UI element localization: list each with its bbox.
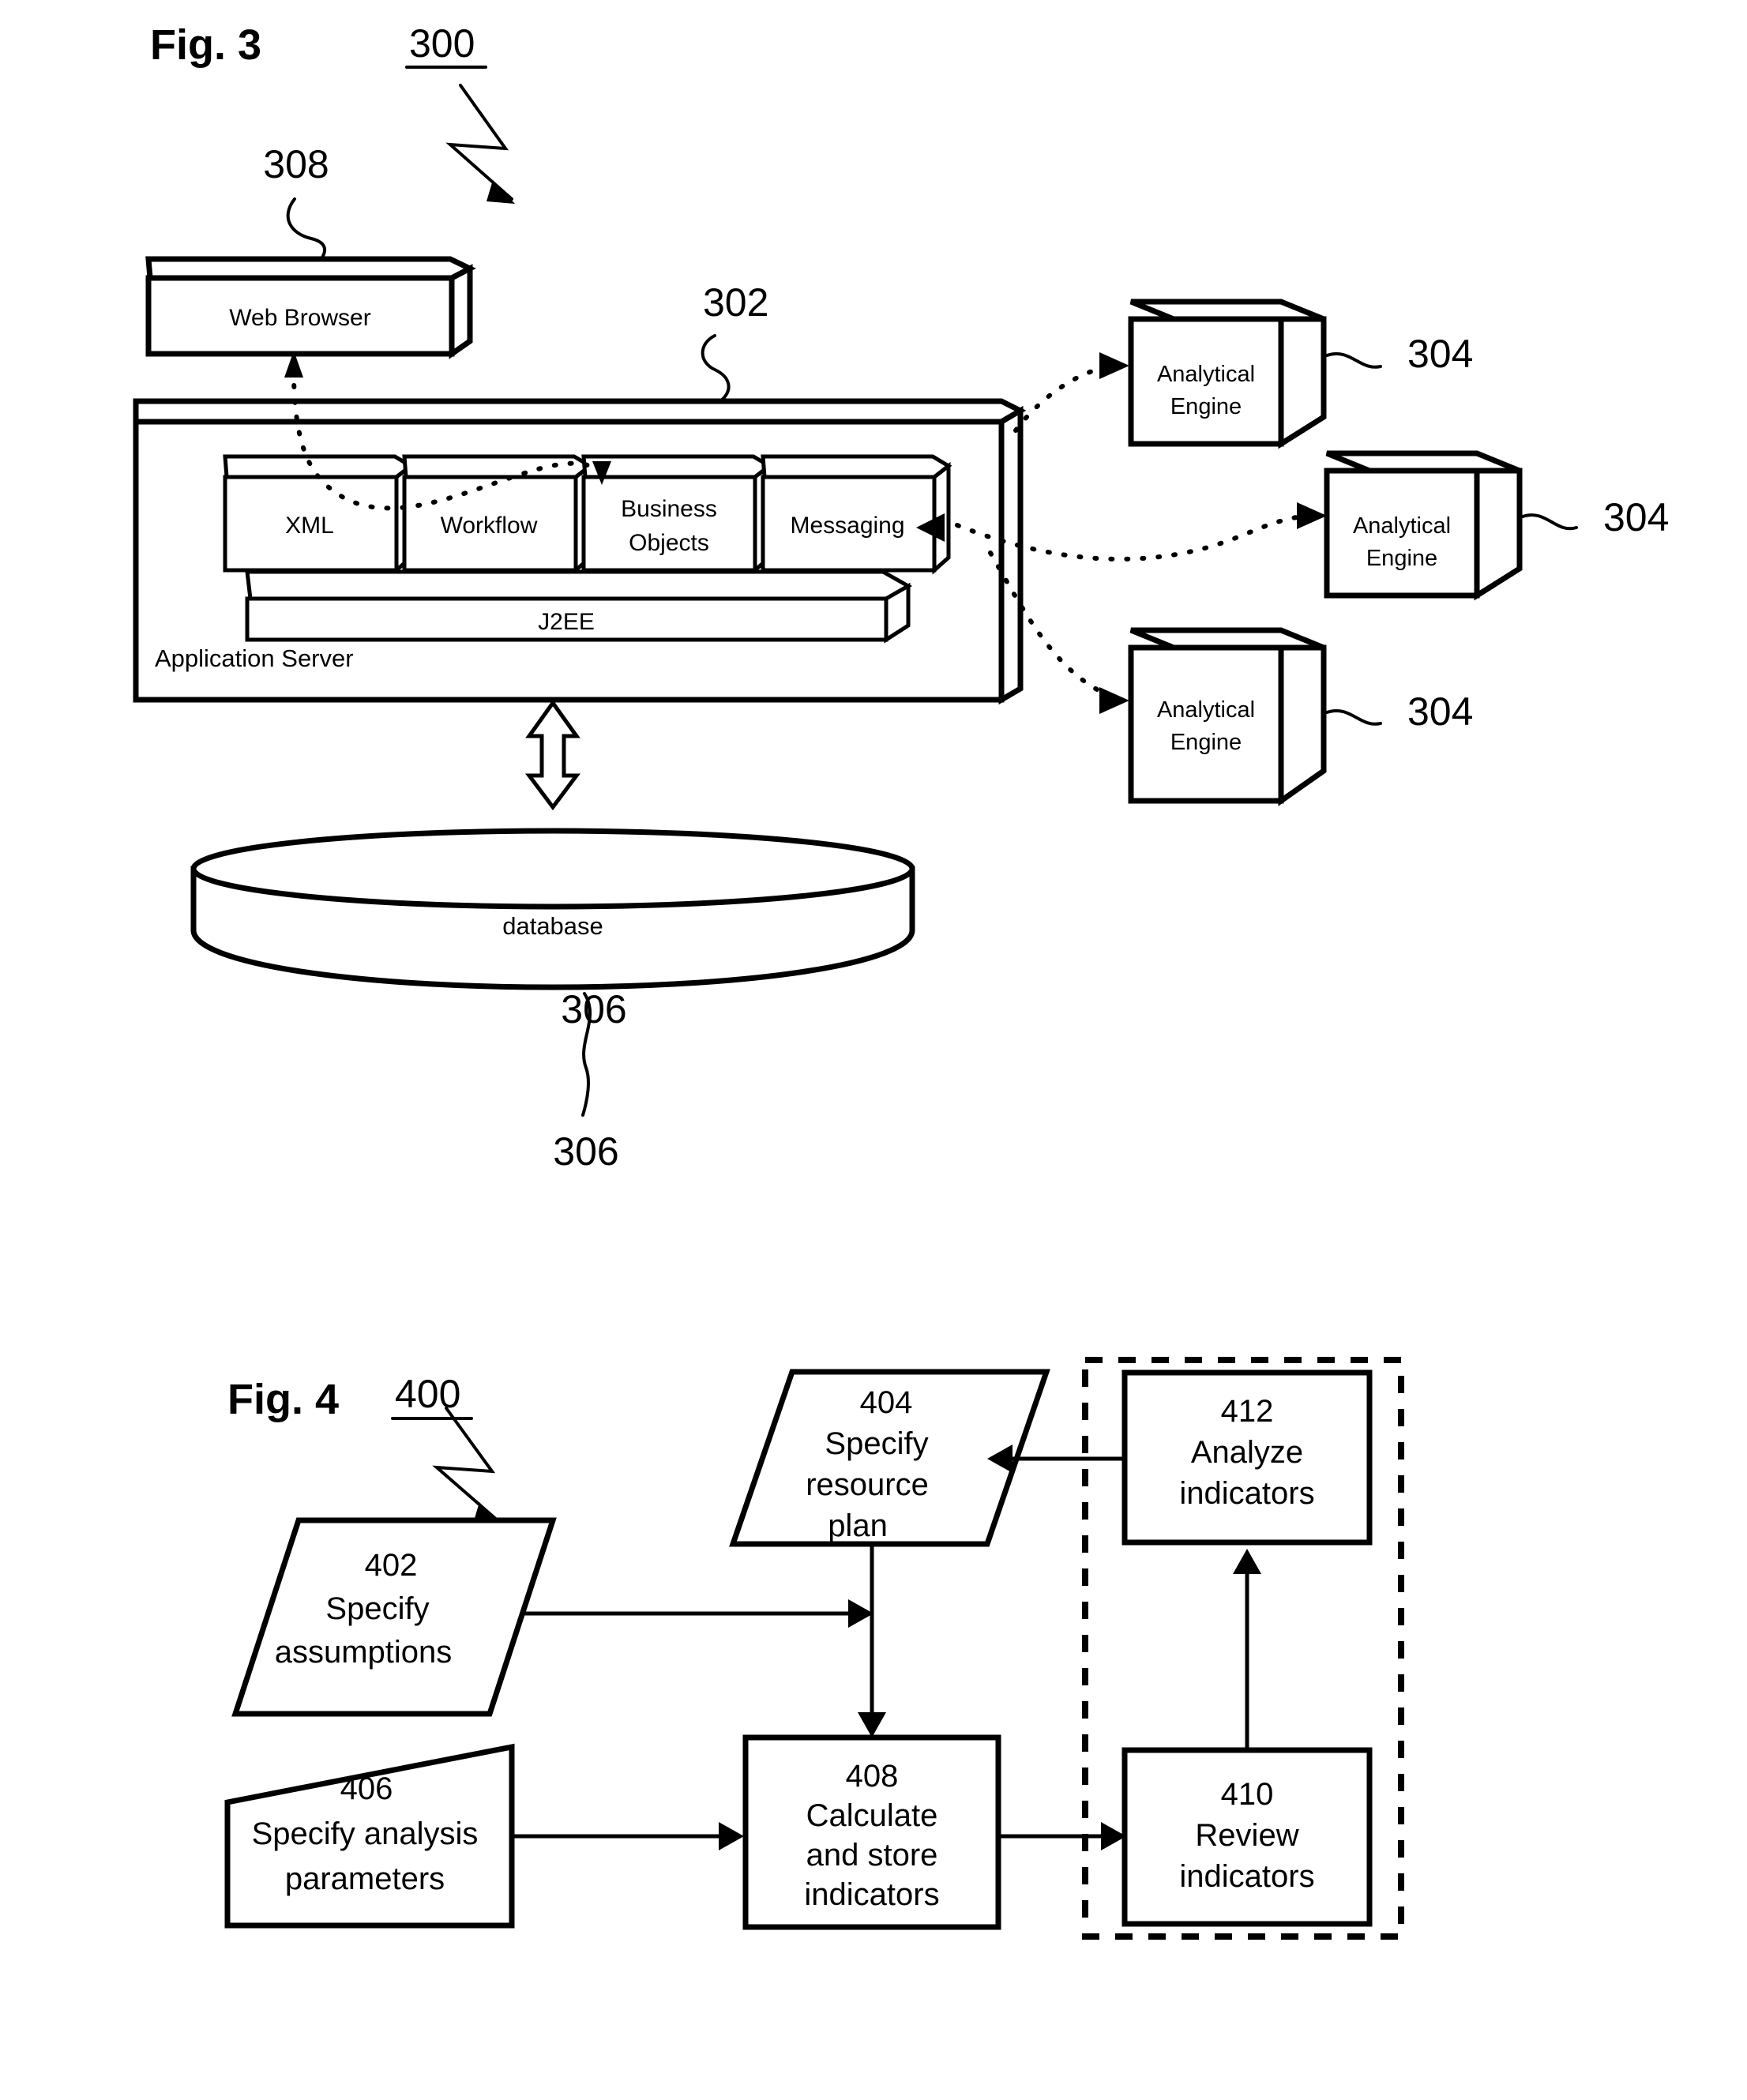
- step-404-line2: resource: [806, 1467, 929, 1502]
- module-business-objects-top: [581, 454, 773, 479]
- analytical-engine-1-label-line2: Engine: [1170, 394, 1242, 419]
- connector-410-to-412-arrowhead: [1233, 1549, 1261, 1574]
- analytical-engine-2-label-line2: Engine: [1366, 546, 1437, 571]
- messaging-to-engine-2-arrowhead: [1297, 502, 1327, 529]
- ref-308: 308: [263, 142, 329, 186]
- ref-306: 306: [561, 987, 626, 1031]
- figure-3-lightning-leader: [445, 84, 513, 201]
- messaging-to-engine-3-arrowhead: [1099, 687, 1129, 714]
- step-406-line2: parameters: [285, 1861, 445, 1896]
- analytical-engine-2: Analytical Engine: [1324, 450, 1523, 601]
- figures-canvas: Fig. 3 300 Web Browser 308 Application S…: [133, 21, 1669, 1940]
- app-server-database-bidirectional-arrow: [525, 699, 580, 811]
- step-406-ref: 406: [340, 1771, 393, 1806]
- web-browser-node: Web Browser: [145, 256, 476, 359]
- step-404-line1: Specify: [825, 1426, 928, 1461]
- connector-402-arrowhead: [848, 1599, 874, 1628]
- analytical-engine-2-label-line1: Analytical: [1353, 513, 1451, 539]
- step-402-node: 402 Specify assumptions: [231, 1517, 557, 1717]
- ref-304-bottom-leader: [1325, 709, 1382, 726]
- step-408-ref: 408: [846, 1759, 899, 1794]
- figure-4-group: Fig. 4 400 404 Specify resource plan 402…: [224, 1357, 1404, 1940]
- app-server-top-face: [133, 398, 1027, 425]
- module-business-objects-label-line1: Business: [621, 496, 717, 522]
- step-410-line1: Review: [1195, 1818, 1298, 1853]
- connector-406-arrowhead: [719, 1822, 744, 1850]
- step-408-node: 408 Calculate and store indicators: [742, 1734, 1001, 1930]
- analytical-engine-3-side: [1278, 644, 1327, 806]
- platform-j2ee: J2EE: [245, 569, 913, 644]
- analytical-engine-1-side: [1278, 316, 1327, 449]
- step-402-line2: assumptions: [275, 1635, 453, 1670]
- j2ee-top-face: [245, 569, 913, 601]
- step-412-line1: Analyze: [1191, 1435, 1303, 1470]
- web-browser-label: Web Browser: [229, 305, 371, 331]
- step-404-line3: plan: [828, 1508, 888, 1543]
- module-messaging-top: [761, 454, 952, 479]
- step-412-line2: indicators: [1179, 1476, 1314, 1511]
- step-412-node: 412 Analyze indicators: [1121, 1369, 1373, 1546]
- ref-304-bottom: 304: [1407, 689, 1473, 734]
- j2ee-label: J2EE: [538, 609, 595, 635]
- module-workflow: Workflow: [402, 454, 594, 575]
- module-workflow-label: Workflow: [441, 513, 538, 539]
- module-business-objects: Business Objects: [581, 454, 773, 575]
- ref-302-leader: [701, 334, 731, 403]
- module-business-objects-front: [581, 475, 757, 573]
- analytical-engine-3-label-line1: Analytical: [1157, 697, 1255, 723]
- step-410-node: 410 Review indicators: [1121, 1747, 1373, 1927]
- module-xml-label: XML: [285, 513, 334, 539]
- analytical-engine-2-side: [1474, 468, 1523, 601]
- connector-404-arrowhead: [858, 1712, 886, 1737]
- step-402-ref: 402: [365, 1548, 418, 1583]
- bidirectional-arrow-shape: [525, 699, 580, 811]
- step-410-line2: indicators: [1179, 1859, 1314, 1894]
- figure-3-lightning-arrowhead: [487, 180, 515, 204]
- figure-4-lightning-leader: [432, 1407, 500, 1523]
- ref-302: 302: [703, 280, 768, 325]
- module-workflow-top: [402, 454, 594, 479]
- figure-4-title: Fig. 4: [227, 1376, 339, 1423]
- database-node: database: [190, 828, 915, 990]
- application-server-label: Application Server: [155, 644, 354, 672]
- ref-306-number: 306: [553, 1129, 618, 1174]
- app-server-side-face: [998, 405, 1024, 705]
- messaging-to-engine-1-arrowhead: [1099, 352, 1129, 379]
- ref-304-top: 304: [1407, 332, 1473, 376]
- figure-4-ref-number: 400: [395, 1372, 460, 1416]
- database-cylinder-top: [190, 828, 915, 910]
- figure-3-group: Fig. 3 300 Web Browser 308 Application S…: [133, 21, 1669, 1174]
- step-404-ref: 404: [860, 1385, 913, 1420]
- step-406-line1: Specify analysis: [252, 1816, 479, 1851]
- database-label: database: [502, 912, 603, 940]
- figure-3-title: Fig. 3: [150, 21, 261, 69]
- analytical-engine-1: Analytical Engine: [1128, 299, 1327, 449]
- web-browser-side-face: [449, 264, 473, 359]
- module-messaging: Messaging: [761, 454, 952, 575]
- patent-drawing-sheet: Fig. 3 300 Web Browser 308 Application S…: [0, 0, 1747, 2100]
- analytical-engine-3-front: [1128, 644, 1284, 804]
- module-business-objects-label-line2: Objects: [629, 530, 709, 556]
- step-410-ref: 410: [1221, 1777, 1274, 1812]
- step-406-node: 406 Specify analysis parameters: [224, 1743, 515, 1929]
- step-402-line1: Specify: [325, 1591, 429, 1626]
- step-408-line2: and store: [806, 1838, 938, 1873]
- ref-308-leader: [286, 197, 327, 259]
- web-browser-top-face: [145, 256, 476, 281]
- module-messaging-label: Messaging: [790, 513, 904, 539]
- step-408-line3: indicators: [804, 1877, 939, 1912]
- analytical-engine-3: Analytical Engine: [1128, 627, 1327, 806]
- figure-3-ref-number: 300: [409, 21, 475, 66]
- step-408-line1: Calculate: [806, 1798, 938, 1833]
- ref-304-top-leader: [1325, 352, 1382, 369]
- analytical-engine-3-label-line2: Engine: [1170, 730, 1242, 755]
- step-412-ref: 412: [1221, 1394, 1274, 1429]
- analytical-engine-1-label-line1: Analytical: [1157, 362, 1255, 387]
- ref-304-middle-leader: [1521, 513, 1578, 531]
- ref-304-middle: 304: [1603, 495, 1669, 539]
